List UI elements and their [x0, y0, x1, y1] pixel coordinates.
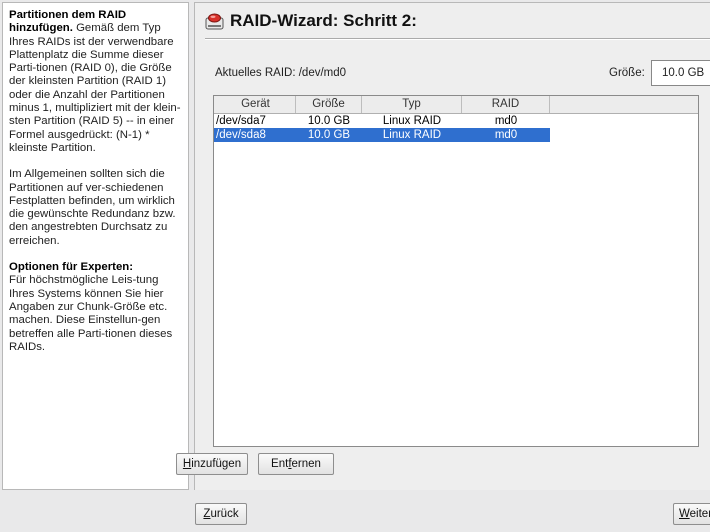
- footer-bar: [0, 492, 710, 532]
- title-divider: [205, 38, 710, 40]
- page-title: RAID-Wizard: Schritt 2:: [230, 11, 417, 30]
- cell-size: 10.0 GB: [307, 115, 351, 127]
- help-paragraph-2: Im Allgemeinen sollten sich die Partitio…: [9, 168, 176, 247]
- cell-raid: md0: [494, 115, 518, 127]
- back-button[interactable]: Zurück: [195, 503, 247, 525]
- size-label: Größe:: [609, 67, 645, 79]
- cell-size: 10.0 GB: [307, 129, 351, 141]
- column-header-raid[interactable]: RAID: [462, 96, 550, 113]
- title-row: RAID-Wizard: Schritt 2:: [205, 9, 417, 33]
- help-paragraph-3: Optionen für Experten: Für höchstmögliche…: [9, 261, 184, 354]
- next-label: eiter: [689, 508, 710, 520]
- column-header-type[interactable]: Typ: [362, 96, 462, 113]
- add-mnemonic: H: [182, 458, 192, 470]
- column-header-size[interactable]: Größe: [296, 96, 362, 113]
- remove-label-rest: ernen: [291, 458, 321, 470]
- help-heading-experts: Optionen für Experten:: [9, 261, 134, 274]
- column-header-filler: [550, 96, 698, 113]
- cell-device: /dev/sda8: [216, 129, 266, 141]
- help-paragraph-1: Partitionen dem RAID hinzufügen. Gemäß d…: [9, 9, 184, 155]
- main-panel: RAID-Wizard: Schritt 2: Aktuelles RAID: …: [194, 2, 710, 490]
- partition-table[interactable]: Gerät Größe Typ RAID /dev/sda7 10.0 GB L…: [213, 95, 699, 447]
- help-text-partitions: Gemäß dem Typ Ihres RAIDs ist der verwen…: [9, 22, 181, 154]
- table-header: Gerät Größe Typ RAID: [214, 96, 698, 114]
- next-mnemonic: W: [679, 508, 690, 520]
- table-row[interactable]: /dev/sda7 10.0 GB Linux RAID md0: [214, 114, 698, 128]
- raid-icon: [205, 13, 224, 29]
- row-filler: [550, 114, 698, 128]
- remove-button[interactable]: Entfernen: [258, 453, 334, 475]
- size-field[interactable]: 10.0 GB: [651, 60, 710, 86]
- help-text-experts: Für höchstmögliche Leis-tung Ihres Syste…: [9, 274, 173, 353]
- back-label: urück: [210, 508, 239, 520]
- cell-type: Linux RAID: [382, 129, 442, 141]
- table-row-selected[interactable]: /dev/sda8 10.0 GB Linux RAID md0: [214, 128, 698, 142]
- row-filler: [550, 128, 698, 142]
- cell-type: Linux RAID: [382, 115, 442, 127]
- column-header-device[interactable]: Gerät: [214, 96, 296, 113]
- remove-label-pre: Ent: [271, 458, 289, 470]
- add-button[interactable]: Hinzufügen: [176, 453, 248, 475]
- help-panel: Partitionen dem RAID hinzufügen. Gemäß d…: [2, 2, 189, 490]
- add-label: inzufügen: [191, 458, 242, 470]
- cell-raid: md0: [494, 129, 518, 141]
- cell-device: /dev/sda7: [216, 115, 266, 127]
- next-button[interactable]: Weiter: [673, 503, 710, 525]
- current-raid-label: Aktuelles RAID: /dev/md0: [215, 67, 347, 79]
